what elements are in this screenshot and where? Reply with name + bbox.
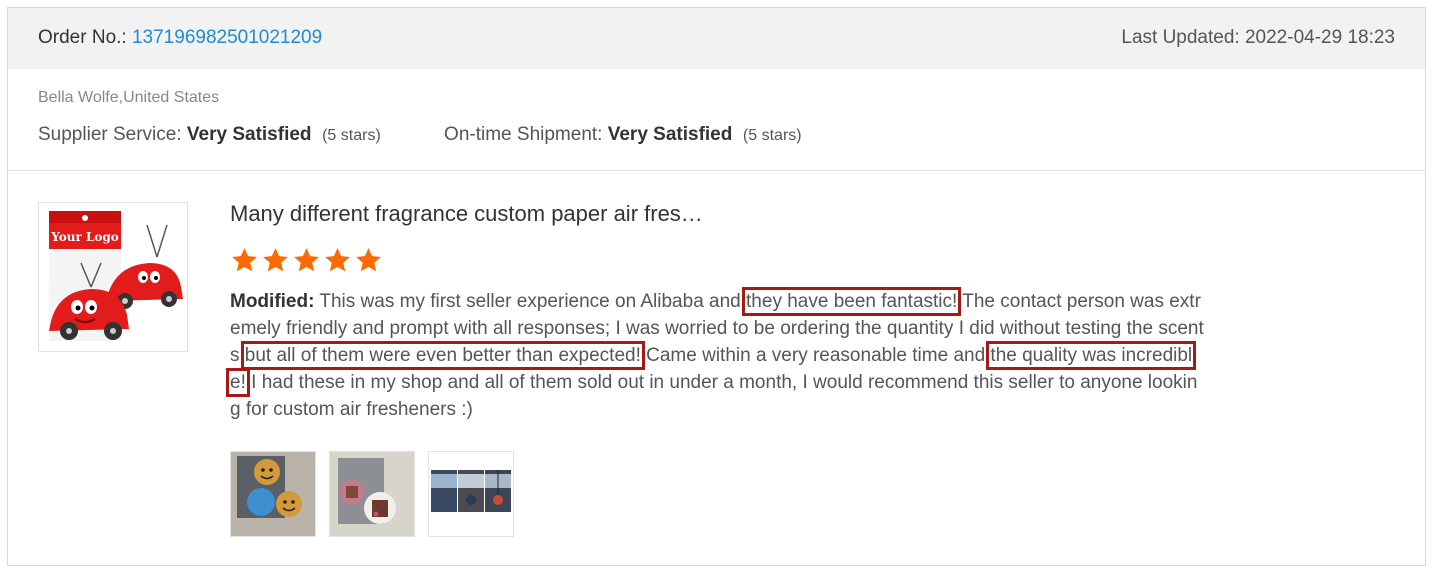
- supplier-service-rating: Supplier Service: Very Satisfied (5 star…: [38, 124, 381, 146]
- photo-image: [330, 452, 414, 536]
- service-ratings: Supplier Service: Very Satisfied (5 star…: [38, 124, 860, 146]
- last-updated: Last Updated: 2022-04-29 18:23: [1121, 27, 1395, 48]
- star-icon: [294, 248, 319, 272]
- supplier-service-stars: (5 stars): [322, 127, 381, 144]
- shipment-stars: (5 stars): [742, 127, 802, 144]
- review-highlight: but all of them were even better than ex…: [240, 341, 645, 370]
- review-highlight: they have been fantastic!: [742, 287, 962, 316]
- product-thumbnail[interactable]: Your Logo: [38, 202, 188, 352]
- order-number-row: Order No.: 137196982501021209: [38, 27, 322, 49]
- buyer-info: Bella Wolfe,United States: [38, 89, 220, 106]
- star-icon: [263, 248, 288, 272]
- review-modified-label: Modified:: [230, 291, 315, 312]
- review-photo-car[interactable]: [428, 451, 514, 537]
- review-text: Modified: This was my first seller exper…: [225, 287, 1205, 423]
- review-part: This was my first seller experience on A…: [314, 291, 747, 312]
- product-title[interactable]: Many different fragrance custom paper ai…: [230, 201, 703, 227]
- air-freshener-image: Your Logo: [49, 211, 183, 341]
- photo-image: [231, 452, 315, 536]
- order-number-link[interactable]: 137196982501021209: [132, 27, 322, 48]
- shipment-rating: On-time Shipment: Very Satisfied (5 star…: [444, 124, 802, 146]
- review-part: I had these in my shop and all of them s…: [230, 372, 1198, 420]
- supplier-service-value: Very Satisfied: [186, 124, 312, 145]
- divider: [8, 170, 1425, 171]
- review-photo-smiley[interactable]: [230, 451, 316, 537]
- star-icon: [232, 248, 257, 272]
- review-part: Came within a very reasonable time and: [640, 345, 991, 366]
- your-logo-text: Your Logo: [50, 230, 119, 244]
- star-icon: [356, 248, 381, 272]
- review-photo-coffee[interactable]: [329, 451, 415, 537]
- supplier-service-label: Supplier Service:: [38, 124, 182, 145]
- star-icon: [325, 248, 350, 272]
- review-card: Order No.: 137196982501021209 Last Updat…: [7, 7, 1426, 566]
- order-header: Order No.: 137196982501021209 Last Updat…: [8, 8, 1425, 69]
- product-star-rating: [230, 246, 383, 274]
- shipment-label: On-time Shipment:: [444, 124, 603, 145]
- shipment-value: Very Satisfied: [607, 124, 733, 145]
- review-photos: [230, 451, 514, 537]
- order-number-label: Order No.:: [38, 27, 127, 48]
- photo-image: [429, 452, 513, 536]
